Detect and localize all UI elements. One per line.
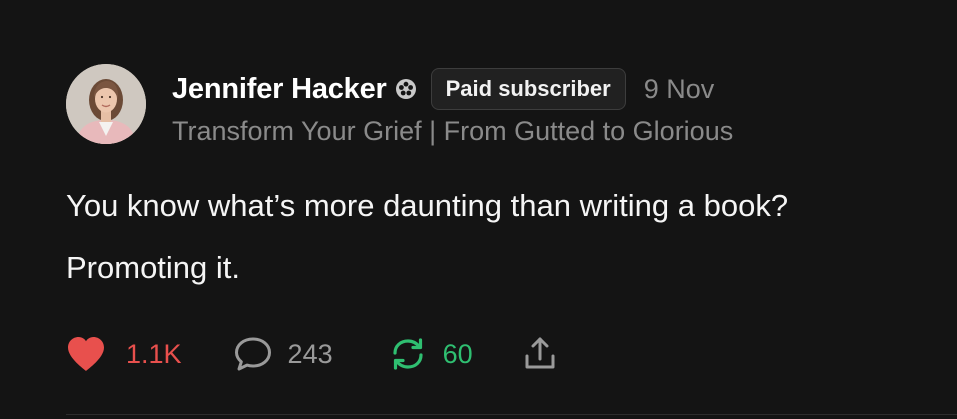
speech-bubble-icon <box>234 336 272 372</box>
flower-badge-icon <box>395 78 417 100</box>
author-avatar[interactable] <box>66 64 146 144</box>
post-date[interactable]: 9 Nov <box>644 74 715 105</box>
like-count: 1.1K <box>126 338 182 369</box>
paid-subscriber-badge: Paid subscriber <box>430 68 626 110</box>
note-body-line-1: You know what’s more daunting than writi… <box>66 188 789 223</box>
like-button[interactable]: 1.1K <box>66 336 182 372</box>
divider <box>66 414 957 415</box>
comment-count: 243 <box>287 338 333 369</box>
note-actions: 1.1K 243 60 <box>66 334 557 374</box>
comment-button[interactable]: 243 <box>234 336 333 372</box>
heart-icon <box>66 336 106 372</box>
restack-button[interactable]: 60 <box>389 336 473 372</box>
share-icon <box>523 336 557 372</box>
note-card: Jennifer Hacker Paid subscriber 9 Nov Tr… <box>0 0 957 419</box>
note-body-line-2: Promoting it. <box>66 250 241 285</box>
restack-count: 60 <box>442 338 473 369</box>
share-button[interactable] <box>523 336 557 372</box>
author-name[interactable]: Jennifer Hacker <box>172 73 387 106</box>
note-header: Jennifer Hacker Paid subscriber 9 Nov <box>172 66 714 112</box>
restack-arrows-icon <box>389 336 427 372</box>
publication-name[interactable]: Transform Your Grief | From Gutted to Gl… <box>172 116 733 147</box>
